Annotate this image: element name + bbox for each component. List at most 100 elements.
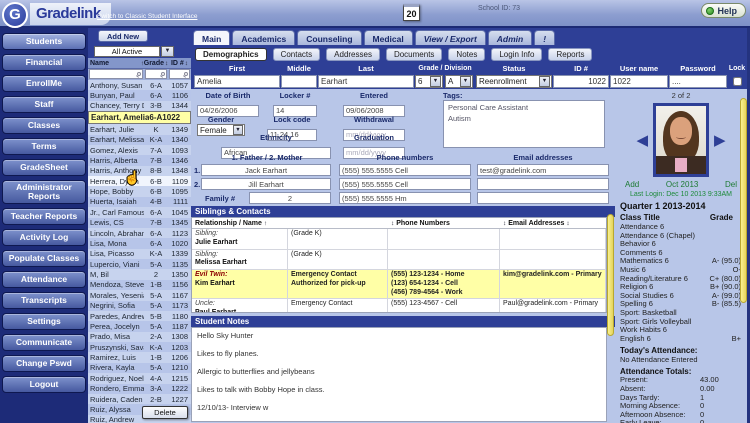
sidebar-item-change-pswd[interactable]: Change Pswd (2, 355, 86, 372)
add-new-button[interactable]: Add New (98, 30, 148, 42)
student-row[interactable]: Rodriguez, Noelle4-A1215 (88, 373, 191, 383)
student-row[interactable]: Lewis, CS7-B1345 (88, 218, 191, 228)
lock-checkbox[interactable] (733, 77, 742, 86)
student-row[interactable]: Ruidera, Caden2-B1227 (88, 394, 191, 404)
contact-row[interactable]: Evil Twin:Kim EarhartEmergency ContactAu… (192, 270, 606, 299)
id-search-input[interactable] (169, 69, 190, 79)
sidebar-item-terms[interactable]: Terms (2, 138, 86, 155)
sidebar-item-financial[interactable]: Financial (2, 54, 86, 71)
sidebar-item-activity-log[interactable]: Activity Log (2, 229, 86, 246)
middle-name-field[interactable] (281, 75, 317, 88)
sidebar-item-populate-classes[interactable]: Populate Classes (2, 250, 86, 267)
parent-email-field[interactable] (477, 164, 609, 176)
sort-both-icon[interactable]: ↕ (185, 60, 188, 67)
sidebar-item-teacher-reports[interactable]: Teacher Reports (2, 208, 86, 225)
tab-counseling[interactable]: Counseling (297, 30, 361, 45)
switch-classic-link[interactable]: Switch to Classic Student Interface (97, 13, 197, 20)
parent-phone-field[interactable] (339, 164, 471, 176)
sidebar-item-logout[interactable]: Logout (2, 376, 86, 393)
chevron-down-icon[interactable]: ▼ (430, 76, 441, 87)
sidebar-item-communicate[interactable]: Communicate (2, 334, 86, 351)
student-row[interactable]: Negrini, Sofia5-A1173 (88, 301, 191, 311)
sidebar-item-classes[interactable]: Classes (2, 117, 86, 134)
previous-photo-arrow-icon[interactable]: ◀ (636, 133, 648, 148)
student-row[interactable]: Mendoza, Steven1-B1156 (88, 280, 191, 290)
sidebar-item-transcripts[interactable]: Transcripts (2, 292, 86, 309)
tab-medical[interactable]: Medical (364, 30, 413, 45)
student-row[interactable]: Pruszynski, SavannaK-A1203 (88, 342, 191, 352)
contacts-name-column[interactable]: Relationship / Name (195, 220, 262, 227)
contacts-email-column[interactable]: Email Addresses (508, 220, 564, 227)
student-row[interactable]: Earhart, JulieK1349 (88, 124, 191, 134)
student-row[interactable]: Earhart, MelissaK-A1340 (88, 135, 191, 145)
student-row[interactable]: Bunyan, Paul6-A1106 (88, 90, 191, 100)
contact-row[interactable]: Sibling:Melissa Earhart(Grade K) (192, 250, 606, 271)
sidebar-item-administrator-reports[interactable]: Administrator Reports (2, 180, 86, 204)
panel-scrollbar[interactable] (740, 98, 747, 303)
subtab-contacts[interactable]: Contacts (273, 48, 321, 61)
subtab-addresses[interactable]: Addresses (326, 48, 380, 61)
subtab-notes[interactable]: Notes (448, 48, 485, 61)
parent-name-field[interactable] (201, 164, 331, 176)
student-row[interactable]: Jr., Carl Famous6-A1045 (88, 207, 191, 217)
student-row[interactable]: Chancey, Terry D3-B1344 (88, 101, 191, 111)
tab-view-export[interactable]: View / Export (415, 30, 486, 45)
subtab-login-info[interactable]: Login Info (491, 48, 542, 61)
last-name-field[interactable] (318, 75, 414, 88)
student-row[interactable]: Prado, Misa2-A1308 (88, 332, 191, 342)
photo-delete-link[interactable]: Del (725, 180, 737, 191)
next-photo-arrow-icon[interactable]: ▶ (714, 133, 726, 148)
tags-box[interactable]: Personal Care AssistantAutism (443, 100, 605, 148)
help-button[interactable]: Help (701, 3, 746, 18)
student-row[interactable]: Gomez, Alexis7-A1093 (88, 145, 191, 155)
student-row[interactable]: Lupercio, Viani5-A1135 (88, 259, 191, 269)
sidebar-item-students[interactable]: Students (2, 33, 86, 50)
password-field[interactable] (669, 75, 727, 88)
column-id-label[interactable]: ID # (171, 60, 184, 67)
contacts-phone-column[interactable]: Phone Numbers (396, 220, 450, 227)
family-phone-field[interactable] (339, 192, 471, 204)
sidebar-item-staff[interactable]: Staff (2, 96, 86, 113)
status-select[interactable]: Reenrollment ▼ (476, 75, 552, 88)
student-row[interactable]: Rondero, Emma3-A1222 (88, 384, 191, 394)
user-name-field[interactable] (610, 75, 668, 88)
sidebar-item-enrollme[interactable]: EnrollMe (2, 75, 86, 92)
student-row[interactable]: Perea, Jocelyn5-A1187 (88, 321, 191, 331)
sidebar-item-settings[interactable]: Settings (2, 313, 86, 330)
family-number-field[interactable] (249, 192, 331, 204)
student-row[interactable]: M, Bil21350 (88, 269, 191, 279)
tab-alert[interactable]: ! (534, 30, 555, 45)
sort-asc-icon[interactable]: ↑ (264, 220, 267, 227)
chevron-down-icon[interactable]: ▼ (460, 76, 471, 87)
student-row[interactable]: Ramirez, Luis1-B1206 (88, 352, 191, 362)
student-row[interactable]: Paredes, Andrew5-B1180 (88, 311, 191, 321)
student-row[interactable]: Lisa, PicassoK-A1339 (88, 249, 191, 259)
chevron-down-icon[interactable]: ▼ (539, 76, 550, 87)
content-scrollbar[interactable] (607, 214, 614, 336)
sort-both-icon[interactable]: ↕ (566, 220, 569, 227)
sidebar-item-gradesheet[interactable]: GradeSheet (2, 159, 86, 176)
student-row[interactable]: Anthony, Susan B6-A1057 (88, 80, 191, 90)
subtab-documents[interactable]: Documents (386, 48, 442, 61)
student-row[interactable]: Harris, Alberta7-B1346 (88, 155, 191, 165)
student-row[interactable]: Lisa, Mona6-A1020 (88, 238, 191, 248)
student-row[interactable]: Hope, Bobby6-B1095 (88, 186, 191, 196)
sidebar-item-attendance[interactable]: Attendance (2, 271, 86, 288)
contact-row[interactable]: Uncle:Paul EarhartEmergency Contact(555)… (192, 299, 606, 313)
subtab-demographics[interactable]: Demographics (195, 48, 267, 61)
parent-phone-field[interactable] (339, 178, 471, 190)
parent-email-field[interactable] (477, 178, 609, 190)
sort-both-icon[interactable]: ↕ (391, 220, 394, 227)
student-row[interactable]: Lincoln, Abraham B6-A1123 (88, 228, 191, 238)
column-grade-label[interactable]: Grade (144, 60, 164, 67)
division-select[interactable]: A ▼ (445, 75, 473, 88)
contact-row[interactable]: Sibling:Julie Earhart(Grade K) (192, 229, 606, 250)
first-name-field[interactable] (194, 75, 280, 88)
student-filter-select[interactable]: All Active (94, 46, 160, 57)
student-notes-area[interactable]: Hello Sky HunterLikes to fly planes.Alle… (191, 327, 607, 422)
sort-both-icon[interactable]: ↕ (503, 220, 506, 227)
student-row[interactable]: Rivera, Kayla5-A1210 (88, 363, 191, 373)
delete-button[interactable]: Delete (142, 406, 188, 419)
grade-select[interactable]: 6 ▼ (415, 75, 443, 88)
grade-search-input[interactable] (145, 69, 167, 79)
